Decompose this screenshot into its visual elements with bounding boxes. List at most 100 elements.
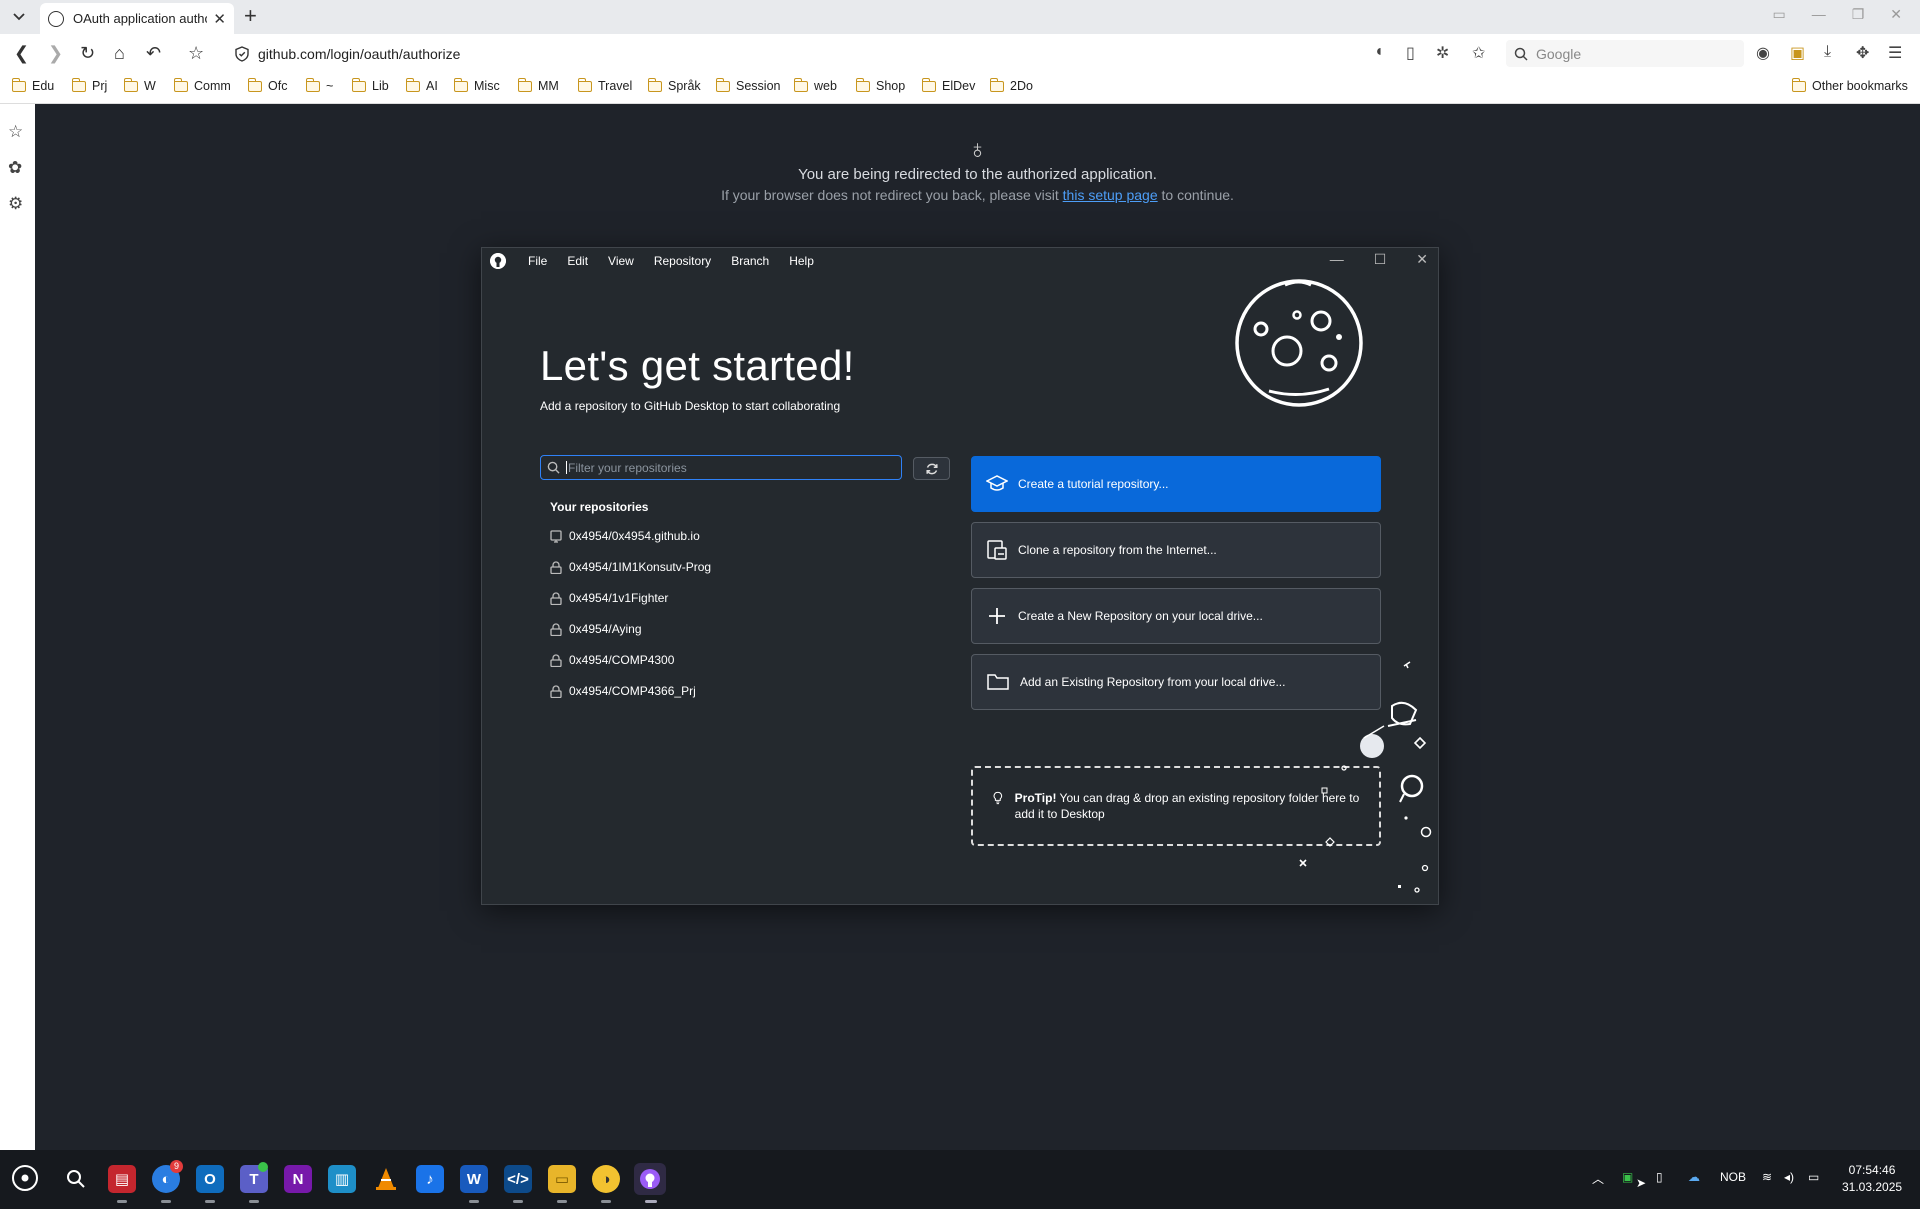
main-menu-icon[interactable]: ☰	[1888, 43, 1902, 63]
bookmark-folder[interactable]: Shop	[855, 77, 905, 93]
repository-list-item[interactable]: 0x4954/COMP4366_Prj	[550, 684, 696, 698]
back-icon[interactable]: ❮	[14, 43, 29, 63]
minimize-icon[interactable]: —	[1330, 251, 1344, 268]
minimize-icon[interactable]: —	[1812, 6, 1826, 23]
folder-icon	[1791, 77, 1806, 92]
terminal-app-icon[interactable]: ▥	[328, 1165, 356, 1193]
wifi-icon[interactable]: ≋	[1762, 1170, 1772, 1184]
show-hidden-icons-icon[interactable]: ︿	[1592, 1170, 1604, 1187]
filter-repositories-input[interactable]: Filter your repositories	[540, 455, 902, 480]
address-bar[interactable]: github.com/login/oauth/authorize	[228, 41, 1498, 67]
bookmark-folder[interactable]: W	[123, 77, 156, 93]
repository-list-item[interactable]: 0x4954/0x4954.github.io	[550, 529, 700, 543]
bookmark-folder[interactable]: ~	[305, 77, 333, 93]
bookmark-folder[interactable]: 2Do	[989, 77, 1033, 93]
reload-icon[interactable]: ↻	[80, 43, 95, 63]
ai-assistant-icon[interactable]: ✿	[8, 158, 22, 178]
vlc-app-icon[interactable]	[372, 1165, 400, 1193]
start-menu-icon[interactable]	[12, 1165, 38, 1191]
clone-repository-button[interactable]: Clone a repository from the Internet...	[971, 522, 1381, 578]
docs-app-icon[interactable]: ♪	[416, 1165, 444, 1193]
pdf-reader-app-icon[interactable]: ▤	[108, 1165, 136, 1193]
restore-icon[interactable]: ❐	[1852, 6, 1865, 23]
bookmark-folder[interactable]: Lib	[351, 77, 389, 93]
usb-device-icon[interactable]: ▯	[1656, 1170, 1663, 1184]
reader-mode-icon[interactable]: ▯	[1406, 43, 1415, 63]
other-bookmarks-folder[interactable]: Other bookmarks	[1791, 77, 1908, 93]
running-indicator	[469, 1200, 479, 1203]
bookmark-folder[interactable]: Misc	[453, 77, 500, 93]
forward-icon[interactable]: ❯	[48, 43, 63, 63]
repository-list-item[interactable]: 0x4954/COMP4300	[550, 653, 674, 667]
bookmark-folder[interactable]: Travel	[577, 77, 632, 93]
github-favicon-icon	[48, 10, 64, 27]
create-tutorial-repository-button[interactable]: Create a tutorial repository...	[971, 456, 1381, 512]
onedrive-icon[interactable]: ☁	[1688, 1170, 1700, 1184]
bookmark-folder[interactable]: Comm	[173, 77, 231, 93]
menu-file[interactable]: File	[528, 254, 547, 268]
menu-view[interactable]: View	[608, 254, 634, 268]
repository-list-item[interactable]: 0x4954/1IM1Konsutv-Prog	[550, 560, 711, 574]
tracker-blocker-icon[interactable]: ✲	[1436, 43, 1449, 63]
repository-list-item[interactable]: 0x4954/Aying	[550, 622, 642, 636]
menu-edit[interactable]: Edit	[567, 254, 588, 268]
clock-date: 31.03.2025	[1842, 1180, 1903, 1194]
close-tab-icon[interactable]: ✕	[213, 10, 226, 28]
tray-app-icon[interactable]: ▣	[1622, 1170, 1633, 1184]
folder-icon	[577, 77, 592, 92]
bookmark-folder[interactable]: Prj	[71, 77, 107, 93]
extension-icon[interactable]: ▣	[1790, 43, 1805, 63]
bookmark-folder[interactable]: web	[793, 77, 837, 93]
maximize-icon[interactable]: ☐	[1374, 251, 1387, 268]
bookmarks-bar: Edu Prj W Comm Ofc ~ Lib AI Misc MM Trav…	[0, 72, 1920, 104]
new-tab-button[interactable]: +	[244, 4, 257, 28]
site-security-icon[interactable]	[234, 46, 250, 62]
bookmark-folder[interactable]: ElDev	[921, 77, 975, 93]
vscode-app-icon[interactable]: </>	[504, 1165, 532, 1193]
menu-help[interactable]: Help	[789, 254, 814, 268]
keepass-app-icon[interactable]: ◑	[592, 1165, 620, 1193]
setup-page-link[interactable]: this setup page	[1063, 187, 1158, 203]
close-window-icon[interactable]: ✕	[1890, 6, 1902, 23]
spinner-icon: ♁	[967, 134, 988, 164]
settings-icon[interactable]: ⚙	[8, 194, 23, 214]
extensions-puzzle-icon[interactable]: ✥	[1856, 43, 1869, 63]
volume-icon[interactable]: ◂)	[1784, 1170, 1794, 1184]
github-desktop-app-icon[interactable]	[634, 1163, 666, 1195]
bookmark-folder[interactable]: AI	[405, 77, 438, 93]
tab-list-button[interactable]	[6, 5, 32, 29]
running-indicator	[249, 1200, 259, 1203]
menu-repository[interactable]: Repository	[654, 254, 711, 268]
bookmark-folder[interactable]: Ofc	[247, 77, 287, 93]
read-aloud-icon[interactable]: ◖	[1374, 43, 1384, 61]
bookmark-folder[interactable]: Språk	[647, 77, 701, 93]
sidebar-layout-icon[interactable]: ▭	[1772, 6, 1785, 23]
bookmark-star-icon[interactable]: ☆	[188, 43, 204, 63]
screenshot-icon[interactable]: ◉	[1756, 43, 1770, 63]
refresh-repositories-button[interactable]	[913, 457, 950, 480]
bookmark-folder[interactable]: Session	[715, 77, 780, 93]
search-box[interactable]: Google	[1506, 40, 1744, 67]
outlook-app-icon[interactable]: O	[196, 1165, 224, 1193]
favorites-icon[interactable]: ✩	[1472, 43, 1485, 63]
bookmarks-panel-icon[interactable]: ☆	[8, 122, 23, 142]
word-app-icon[interactable]: W	[460, 1165, 488, 1193]
undo-close-icon[interactable]: ↶	[146, 43, 161, 63]
download-icon[interactable]: ⤓	[1824, 43, 1831, 61]
system-clock[interactable]: 07:54:46 31.03.2025	[1842, 1162, 1902, 1196]
language-indicator[interactable]: NOB	[1720, 1170, 1746, 1184]
browser-tab[interactable]: OAuth application autho ✕	[40, 3, 234, 34]
battery-icon[interactable]: ▭	[1808, 1170, 1819, 1184]
desktop-titlebar: File Edit View Repository Branch Help — …	[482, 248, 1438, 274]
space-illustration	[1299, 661, 1432, 893]
menu-branch[interactable]: Branch	[731, 254, 769, 268]
repository-list-item[interactable]: 0x4954/1v1Fighter	[550, 591, 668, 605]
bookmark-folder[interactable]: Edu	[11, 77, 54, 93]
search-taskbar-icon[interactable]	[62, 1165, 90, 1193]
home-icon[interactable]: ⌂	[114, 43, 125, 63]
onenote-app-icon[interactable]: N	[284, 1165, 312, 1193]
file-explorer-app-icon[interactable]: ▭	[548, 1165, 576, 1193]
bookmark-folder[interactable]: MM	[517, 77, 559, 93]
text-caret	[566, 461, 567, 474]
close-icon[interactable]: ✕	[1416, 251, 1428, 268]
